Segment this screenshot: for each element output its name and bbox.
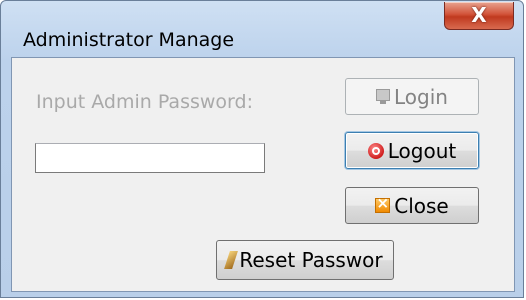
close-button[interactable]: Close [345, 187, 479, 224]
login-button-label: Login [394, 84, 448, 109]
close-box-icon [375, 194, 391, 213]
reset-password-button-label: Reset Passwor [239, 248, 383, 272]
window-title: Administrator Manage [23, 29, 235, 51]
pen-icon [224, 251, 239, 269]
admin-dialog-window: Administrator Manage X Input Admin Passw… [0, 0, 524, 298]
close-button-label: Close [394, 193, 449, 218]
logout-button[interactable]: Logout [345, 132, 479, 169]
close-icon: X [471, 3, 487, 27]
logout-button-label: Logout [387, 138, 457, 163]
login-button[interactable]: Login [345, 78, 479, 115]
password-label: Input Admin Password: [36, 91, 253, 113]
logout-icon [367, 142, 384, 159]
window-close-button[interactable]: X [444, 2, 514, 30]
dialog-client-area: Input Admin Password: Login Logout Close… [11, 57, 515, 292]
password-input[interactable] [35, 143, 265, 173]
monitor-icon [376, 89, 391, 104]
reset-password-button[interactable]: Reset Passwor [216, 240, 394, 280]
